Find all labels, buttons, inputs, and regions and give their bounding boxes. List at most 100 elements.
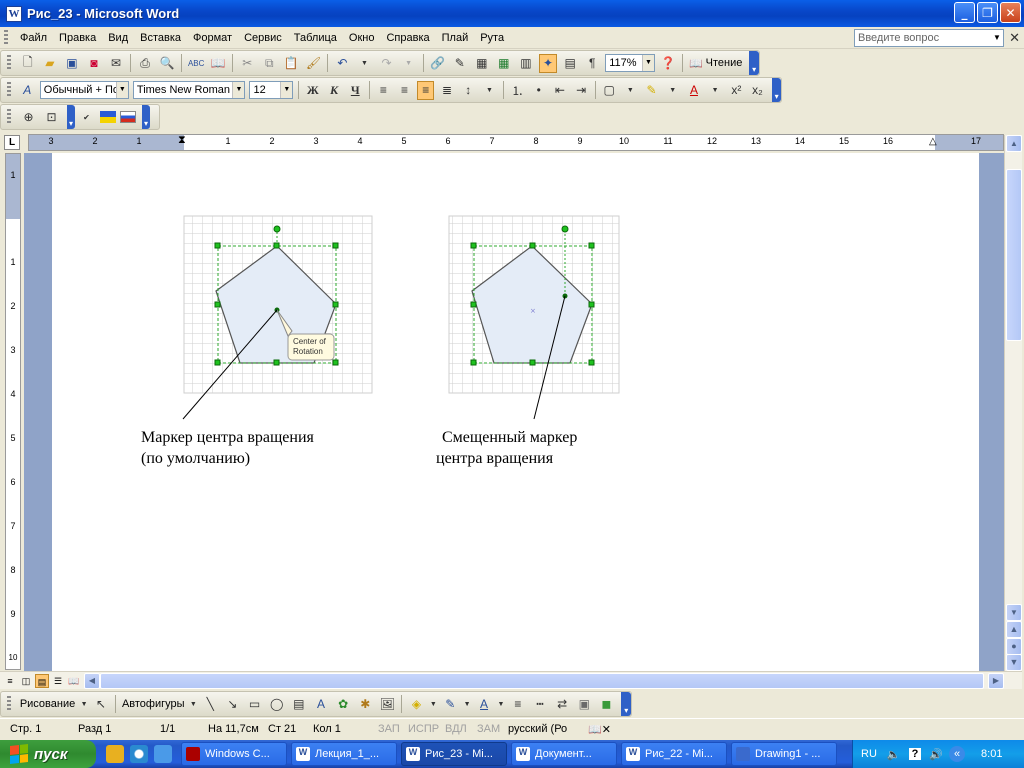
menu-tools[interactable]: Сервис — [238, 32, 288, 44]
highlight-dropdown-icon[interactable]: ▼ — [664, 81, 681, 100]
menu-insert[interactable]: Вставка — [134, 32, 187, 44]
menu-format[interactable]: Формат — [187, 32, 238, 44]
font-color-icon[interactable]: A — [685, 81, 702, 100]
tables-borders-icon[interactable]: ✎ — [451, 54, 469, 73]
quicklaunch-icon[interactable] — [106, 745, 124, 763]
volume-icon[interactable]: 🔊 — [929, 748, 943, 761]
line-style-icon[interactable]: ≡ — [509, 695, 527, 714]
selection-handle[interactable] — [470, 359, 477, 366]
email-icon[interactable]: ✉ — [107, 54, 125, 73]
rectangle-tool-icon[interactable]: ▭ — [245, 695, 263, 714]
zoom-select[interactable]: 117% ▼ — [605, 54, 655, 72]
vertical-ruler[interactable]: 1 1 2 3 4 5 6 7 8 9 10 — [5, 153, 21, 670]
font-size-dropdown-arrow[interactable]: ▼ — [280, 82, 293, 98]
italic-button[interactable]: К — [325, 81, 342, 100]
selection-handle[interactable] — [588, 301, 595, 308]
toolbar-grip[interactable] — [7, 696, 11, 712]
font-color-dropdown-icon[interactable]: ▼ — [707, 81, 724, 100]
right-indent-marker[interactable]: △ — [929, 136, 937, 147]
task-button[interactable]: W Документ... — [511, 742, 617, 766]
selection-handle[interactable] — [214, 242, 221, 249]
media-player-icon[interactable] — [130, 745, 148, 763]
language-indicator[interactable]: RU — [861, 748, 877, 760]
toolbar-options-icon[interactable]: ▾ — [621, 692, 631, 716]
close-button[interactable]: ✕ — [1000, 2, 1021, 23]
task-button[interactable]: W Рис_22 - Mi... — [621, 742, 727, 766]
zoom-dropdown-arrow[interactable]: ▼ — [641, 55, 654, 71]
shadow-style-icon[interactable]: ▣ — [575, 695, 593, 714]
scroll-down-icon[interactable]: ▼ — [1006, 604, 1022, 621]
font-dropdown-arrow[interactable]: ▼ — [232, 82, 245, 98]
selection-handle[interactable] — [529, 359, 536, 366]
redo-icon[interactable]: ↷ — [378, 54, 396, 73]
oval-tool-icon[interactable]: ◯ — [268, 695, 286, 714]
undo-dropdown-icon[interactable]: ▼ — [355, 54, 373, 73]
plai-icon[interactable]: ⊕ — [19, 108, 38, 127]
tab-selector[interactable]: L — [4, 135, 20, 150]
paste-icon[interactable]: 📋 — [282, 54, 300, 73]
spelling-icon[interactable]: ABC — [187, 54, 205, 73]
insert-table-icon[interactable]: ▦ — [473, 54, 491, 73]
style-dropdown-arrow[interactable]: ▼ — [115, 82, 128, 98]
font-size-select[interactable]: 12 ▼ — [249, 81, 294, 99]
cut-icon[interactable]: ✂ — [238, 54, 256, 73]
line-color-dropdown-icon[interactable]: ▼ — [463, 695, 471, 714]
toolbar-grip[interactable] — [7, 55, 11, 71]
toolbar-options-icon[interactable]: ▾ — [142, 105, 150, 129]
help-tray-icon[interactable]: ? — [908, 748, 922, 760]
previous-page-icon[interactable]: ▲ — [1006, 621, 1022, 638]
horizontal-scrollbar[interactable]: ≡ ◫ ▤ ☰ 📖 ◀ ▶ — [0, 671, 1022, 689]
dash-style-icon[interactable]: ┅ — [531, 695, 549, 714]
drawing-toggle-icon[interactable]: ✦ — [538, 53, 558, 73]
task-button[interactable]: W Рис_23 - Mi... — [401, 742, 507, 766]
document-map-icon[interactable]: ▤ — [561, 54, 579, 73]
menu-help[interactable]: Справка — [380, 32, 435, 44]
toolbar-grip[interactable] — [7, 109, 11, 125]
restore-button[interactable]: ❐ — [977, 2, 998, 23]
task-button[interactable]: W Лекция_1_... — [291, 742, 397, 766]
start-button[interactable]: пуск — [0, 740, 96, 768]
new-document-icon[interactable]: 🗋 — [19, 54, 37, 73]
russia-flag-icon[interactable] — [120, 111, 136, 123]
task-button[interactable]: Drawing1 - ... — [731, 742, 837, 766]
autoshapes-dropdown-icon[interactable]: ▼ — [190, 695, 198, 714]
selection-handle[interactable] — [588, 242, 595, 249]
insert-excel-icon[interactable]: ▦ — [495, 54, 513, 73]
next-page-icon[interactable]: ▼ — [1006, 654, 1022, 671]
hyperlink-icon[interactable]: 🔗 — [429, 54, 447, 73]
menu-plai[interactable]: Плай — [436, 32, 475, 44]
selection-handle[interactable] — [332, 301, 339, 308]
fill-color-icon[interactable]: ◈ — [407, 695, 425, 714]
left-indent-marker[interactable]: ⧗ — [178, 134, 186, 147]
horizontal-scroll-thumb[interactable] — [100, 673, 984, 689]
left-rotation-handle[interactable] — [273, 225, 281, 233]
format-painter-icon[interactable]: 🖌 — [304, 54, 322, 73]
fill-color-dropdown-icon[interactable]: ▼ — [430, 695, 438, 714]
scroll-left-icon[interactable]: ◀ — [84, 673, 100, 689]
styles-pane-icon[interactable]: A — [19, 81, 36, 100]
align-left-icon[interactable]: ≡ — [375, 81, 392, 100]
borders-dropdown-icon[interactable]: ▼ — [622, 81, 639, 100]
line-spacing-dropdown-icon[interactable]: ▼ — [481, 81, 498, 100]
selection-handle[interactable] — [332, 359, 339, 366]
increase-indent-icon[interactable]: ⇥ — [573, 81, 590, 100]
justify-icon[interactable]: ≣ — [438, 81, 455, 100]
print-icon[interactable]: ⎙ — [136, 54, 154, 73]
toolbar-options-icon[interactable]: ▾ — [772, 78, 782, 102]
selection-handle[interactable] — [214, 301, 221, 308]
align-right-icon[interactable]: ≡ — [417, 80, 435, 100]
normal-view-icon[interactable]: ≡ — [3, 674, 17, 688]
drawing-menu[interactable]: Рисование — [17, 698, 78, 710]
style-select[interactable]: Обычный + По г ▼ — [39, 81, 129, 99]
open-folder-icon[interactable]: ▰ — [41, 54, 59, 73]
help-icon[interactable]: ❓ — [659, 54, 677, 73]
drawing-dropdown-icon[interactable]: ▼ — [80, 695, 88, 714]
arrow-style-icon[interactable]: ⇄ — [553, 695, 571, 714]
tray-icon[interactable]: 🔈 — [887, 748, 901, 761]
menu-view[interactable]: Вид — [102, 32, 134, 44]
wordart-icon[interactable]: A — [312, 695, 330, 714]
status-extend[interactable]: ВДЛ — [445, 723, 467, 735]
reading-view-icon[interactable]: 📖 — [67, 674, 81, 688]
align-center-icon[interactable]: ≡ — [396, 81, 413, 100]
status-overtype[interactable]: ЗАМ — [477, 723, 500, 735]
